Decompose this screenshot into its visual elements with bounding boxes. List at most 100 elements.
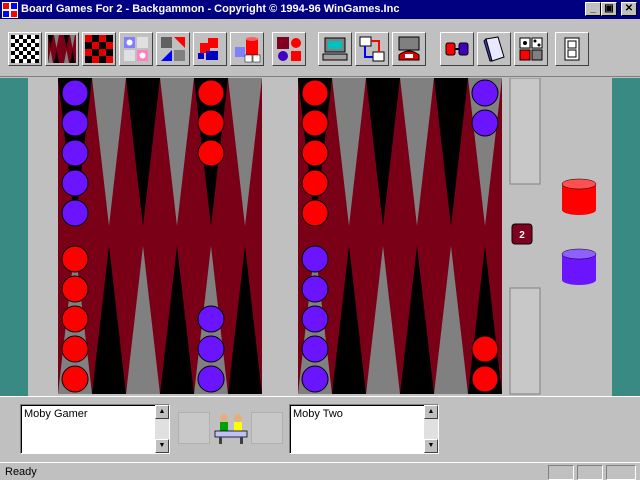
maximize-button[interactable]: ▣ (601, 2, 617, 16)
toolbar-button-puzzle[interactable] (193, 32, 227, 66)
red-dice-cup-rim (561, 178, 597, 190)
checkers-board-icon (11, 35, 39, 63)
toolbar-button-backgammon[interactable] (45, 32, 79, 66)
dice-set-icon (517, 35, 545, 63)
player-two-scrollbar[interactable]: ▲ ▼ (424, 405, 438, 453)
scroll-down-arrow-icon[interactable]: ▼ (155, 439, 169, 453)
blue-checker[interactable] (471, 79, 499, 107)
red-checker[interactable] (197, 139, 225, 167)
status-bar: Ready (0, 462, 640, 480)
blue-checker[interactable] (301, 245, 329, 273)
toolbar-button-connect[interactable] (440, 32, 474, 66)
status-pane-3 (606, 465, 636, 480)
red-checker[interactable] (61, 365, 89, 393)
toolbar-button-red-checkers[interactable] (82, 32, 116, 66)
red-checker[interactable] (301, 139, 329, 167)
blue-checker[interactable] (301, 365, 329, 393)
board-half-right (298, 78, 502, 394)
backgammon-board-icon (48, 35, 76, 63)
red-checker[interactable] (61, 305, 89, 333)
player-panel: Moby Gamer ▲ ▼ Moby Two ▲ ▼ (0, 396, 640, 462)
right-piece-slot (251, 412, 283, 444)
status-text: Ready (5, 466, 37, 478)
toolbar-button-shapes[interactable] (156, 32, 190, 66)
toolbar-button-network[interactable] (355, 32, 389, 66)
board-half-left (58, 78, 262, 394)
toolbar-button-dice-set[interactable] (514, 32, 548, 66)
red-checker[interactable] (301, 169, 329, 197)
red-checker[interactable] (301, 199, 329, 227)
computer-icon (321, 35, 349, 63)
toolbar-button-book[interactable] (477, 32, 511, 66)
shapes-icon (159, 35, 187, 63)
red-dice-cup-base (562, 205, 596, 215)
player-two-box[interactable]: Moby Two ▲ ▼ (289, 404, 439, 454)
red-checker[interactable] (471, 365, 499, 393)
toolbar-button-phone[interactable] (392, 32, 426, 66)
scroll-up-arrow-icon[interactable]: ▲ (424, 405, 438, 419)
close-button[interactable]: ✕ (621, 2, 637, 16)
blue-checker[interactable] (301, 335, 329, 363)
blue-checker[interactable] (301, 305, 329, 333)
toolbar-button-exit[interactable] (555, 32, 589, 66)
blue-checker[interactable] (61, 199, 89, 227)
blue-checker[interactable] (61, 109, 89, 137)
player-two-name: Moby Two (293, 408, 343, 420)
player-one-scrollbar[interactable]: ▲ ▼ (155, 405, 169, 453)
toolbar-button-dice-cup[interactable] (230, 32, 264, 66)
network-icon (358, 35, 386, 63)
blue-checker[interactable] (61, 139, 89, 167)
blue-checker[interactable] (197, 335, 225, 363)
toolbar-button-colored-pieces[interactable] (272, 32, 306, 66)
minimize-button[interactable]: _ (585, 2, 601, 16)
scroll-up-arrow-icon[interactable]: ▲ (155, 405, 169, 419)
status-pane-1 (548, 465, 574, 480)
left-piece-slot (178, 412, 210, 444)
application-window: Board Games For 2 - Backgammon - Copyrig… (0, 0, 640, 480)
player-one-box[interactable]: Moby Gamer ▲ ▼ (20, 404, 170, 454)
toolbar-button-pieces[interactable] (119, 32, 153, 66)
title-bar[interactable]: Board Games For 2 - Backgammon - Copyrig… (0, 0, 640, 19)
red-checker[interactable] (301, 79, 329, 107)
phone-icon (395, 35, 423, 63)
player-one-name: Moby Gamer (24, 408, 88, 420)
right-table-edge (612, 78, 640, 396)
blue-dice-cup-rim (561, 248, 597, 260)
pieces-set-icon (122, 35, 150, 63)
blue-checker[interactable] (197, 305, 225, 333)
backgammon-board[interactable]: 2 (28, 78, 612, 396)
door-exit-icon (558, 35, 586, 63)
colored-pieces-icon (275, 35, 303, 63)
blue-checker[interactable] (61, 169, 89, 197)
two-players-table-icon[interactable] (212, 409, 250, 447)
scroll-down-arrow-icon[interactable]: ▼ (424, 439, 438, 453)
die-value: 2 (519, 230, 525, 241)
left-table-edge (0, 78, 28, 396)
dice-cup-icon (233, 35, 261, 63)
blue-checker[interactable] (197, 365, 225, 393)
app-icon[interactable] (2, 2, 18, 18)
toolbar-button-checkers[interactable] (8, 32, 42, 66)
red-checker[interactable] (197, 79, 225, 107)
bear-off-tray-bottom[interactable] (509, 287, 541, 395)
red-checker[interactable] (61, 245, 89, 273)
board-bar[interactable] (262, 78, 298, 394)
toolbar (0, 19, 640, 77)
blue-checker[interactable] (471, 109, 499, 137)
red-checker[interactable] (301, 109, 329, 137)
bear-off-tray-top[interactable] (509, 78, 541, 185)
blue-checker[interactable] (61, 79, 89, 107)
blue-dice-cup-base (562, 275, 596, 285)
board-area: 2 (0, 78, 640, 396)
red-checker[interactable] (471, 335, 499, 363)
window-title: Board Games For 2 - Backgammon - Copyrig… (21, 3, 400, 15)
red-checker[interactable] (61, 335, 89, 363)
blue-checker[interactable] (301, 275, 329, 303)
book-icon (480, 35, 508, 63)
red-checker[interactable] (61, 275, 89, 303)
toolbar-button-computer[interactable] (318, 32, 352, 66)
status-pane-2 (577, 465, 603, 480)
red-checkers-board-icon (85, 35, 113, 63)
red-checker[interactable] (197, 109, 225, 137)
connect-icon (443, 35, 471, 63)
